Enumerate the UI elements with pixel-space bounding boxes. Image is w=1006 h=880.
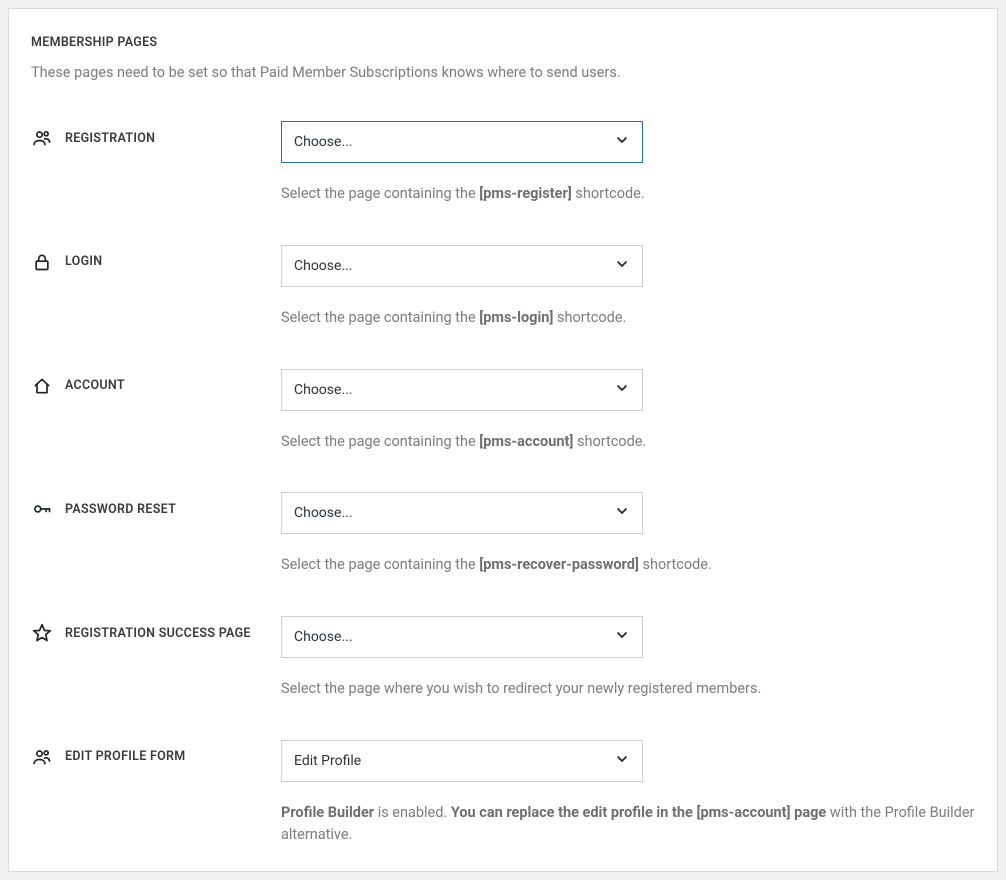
field-control: Edit Profile Profile Builder is enabled.…: [281, 740, 975, 846]
panel-description: These pages need to be set so that Paid …: [31, 64, 975, 81]
field-label: REGISTRATION SUCCESS PAGE: [65, 626, 251, 641]
field-control: Choose... Select the page containing the…: [281, 492, 975, 576]
chevron-down-icon: [614, 380, 630, 400]
field-registration: REGISTRATION Choose... Select the page c…: [31, 121, 975, 205]
field-helper: Select the page containing the [pms-acco…: [281, 431, 975, 453]
field-edit-profile: EDIT PROFILE FORM Edit Profile Profile B…: [31, 740, 975, 846]
membership-pages-panel: MEMBERSHIP PAGES These pages need to be …: [8, 8, 998, 872]
lock-icon: [31, 251, 53, 273]
select-value: Choose...: [294, 629, 353, 645]
users-icon: [31, 746, 53, 768]
field-helper: Select the page containing the [pms-reco…: [281, 554, 975, 576]
field-login: LOGIN Choose... Select the page containi…: [31, 245, 975, 329]
select-value: Choose...: [294, 258, 353, 274]
field-label-col: ACCOUNT: [31, 369, 281, 397]
field-helper: Select the page where you wish to redire…: [281, 678, 975, 700]
chevron-down-icon: [614, 751, 630, 771]
home-icon: [31, 375, 53, 397]
key-icon: [31, 498, 53, 520]
field-control: Choose... Select the page containing the…: [281, 245, 975, 329]
login-select[interactable]: Choose...: [281, 245, 643, 287]
field-account: ACCOUNT Choose... Select the page contai…: [31, 369, 975, 453]
field-label: REGISTRATION: [65, 131, 155, 146]
field-helper: Profile Builder is enabled. You can repl…: [281, 802, 975, 846]
select-value: Choose...: [294, 382, 353, 398]
field-label-col: LOGIN: [31, 245, 281, 273]
field-label: ACCOUNT: [65, 378, 125, 393]
field-registration-success: REGISTRATION SUCCESS PAGE Choose... Sele…: [31, 616, 975, 700]
select-value: Edit Profile: [294, 753, 361, 769]
registration-select[interactable]: Choose...: [281, 121, 643, 163]
field-label-col: EDIT PROFILE FORM: [31, 740, 281, 768]
field-control: Choose... Select the page where you wish…: [281, 616, 975, 700]
field-label-col: PASSWORD RESET: [31, 492, 281, 520]
field-label-col: REGISTRATION SUCCESS PAGE: [31, 616, 281, 644]
panel-title: MEMBERSHIP PAGES: [31, 35, 975, 50]
field-label: PASSWORD RESET: [65, 502, 176, 517]
field-helper: Select the page containing the [pms-logi…: [281, 307, 975, 329]
chevron-down-icon: [614, 132, 630, 152]
chevron-down-icon: [614, 503, 630, 523]
field-control: Choose... Select the page containing the…: [281, 369, 975, 453]
field-label-col: REGISTRATION: [31, 121, 281, 149]
star-icon: [31, 622, 53, 644]
field-password-reset: PASSWORD RESET Choose... Select the page…: [31, 492, 975, 576]
users-icon: [31, 127, 53, 149]
registration-success-select[interactable]: Choose...: [281, 616, 643, 658]
select-value: Choose...: [294, 505, 353, 521]
field-label: LOGIN: [65, 254, 102, 269]
field-helper: Select the page containing the [pms-regi…: [281, 183, 975, 205]
chevron-down-icon: [614, 627, 630, 647]
select-value: Choose...: [294, 134, 353, 150]
account-select[interactable]: Choose...: [281, 369, 643, 411]
password-reset-select[interactable]: Choose...: [281, 492, 643, 534]
edit-profile-select[interactable]: Edit Profile: [281, 740, 643, 782]
chevron-down-icon: [614, 256, 630, 276]
field-label: EDIT PROFILE FORM: [65, 749, 186, 764]
field-control: Choose... Select the page containing the…: [281, 121, 975, 205]
